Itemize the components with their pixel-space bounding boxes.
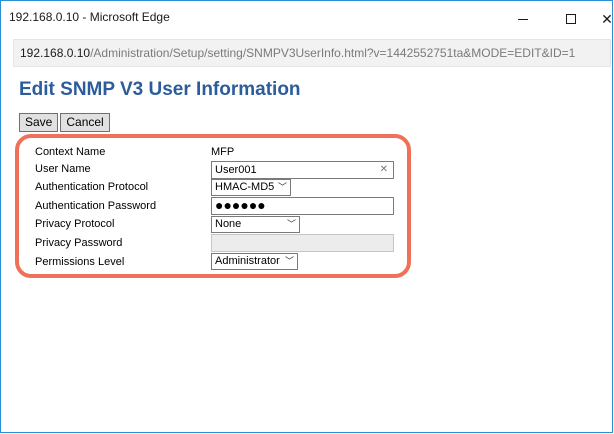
- minimize-icon: [518, 18, 528, 20]
- chevron-down-icon: ﹀: [277, 182, 287, 192]
- auth-protocol-select[interactable]: HMAC-MD5 ﹀: [211, 179, 291, 196]
- window-title: 192.168.0.10 - Microsoft Edge: [9, 10, 170, 24]
- address-bar[interactable]: 192.168.0.10/Administration/Setup/settin…: [13, 39, 611, 67]
- close-icon: ✕: [601, 10, 613, 27]
- privacy-protocol-select[interactable]: None ﹀: [211, 216, 300, 233]
- context-name-value: MFP: [211, 146, 235, 158]
- privacy-password-label: Privacy Password: [35, 237, 123, 249]
- cancel-button[interactable]: Cancel: [60, 113, 110, 132]
- action-buttons: Save Cancel: [19, 113, 110, 132]
- permissions-level-value: Administrator: [215, 255, 280, 267]
- browser-window: 192.168.0.10 - Microsoft Edge ✕ 192.168.…: [0, 0, 613, 433]
- user-name-label: User Name: [35, 163, 91, 175]
- maximize-button[interactable]: [557, 7, 585, 31]
- user-name-input[interactable]: User001 ✕: [211, 161, 394, 179]
- context-name-label: Context Name: [35, 146, 106, 158]
- minimize-button[interactable]: [509, 7, 537, 31]
- auth-protocol-value: HMAC-MD5: [215, 181, 275, 193]
- auth-protocol-label: Authentication Protocol: [35, 181, 149, 193]
- auth-password-label: Authentication Password: [35, 200, 157, 212]
- url-path: /Administration/Setup/setting/SNMPV3User…: [90, 46, 576, 60]
- privacy-protocol-value: None: [215, 218, 242, 230]
- chevron-down-icon: ﹀: [286, 219, 296, 229]
- clear-icon[interactable]: ✕: [380, 162, 388, 178]
- permissions-level-label: Permissions Level: [35, 256, 125, 268]
- auth-password-value: ●●●●●●: [215, 197, 266, 213]
- url-host: 192.168.0.10: [20, 46, 91, 60]
- maximize-icon: [566, 14, 576, 24]
- privacy-protocol-label: Privacy Protocol: [35, 218, 115, 230]
- auth-password-input[interactable]: ●●●●●●: [211, 197, 394, 215]
- privacy-password-input: [211, 234, 394, 252]
- close-button[interactable]: ✕: [593, 7, 614, 31]
- page-title: Edit SNMP V3 User Information: [19, 79, 301, 100]
- save-button[interactable]: Save: [19, 113, 59, 132]
- user-name-value: User001: [215, 164, 257, 176]
- permissions-level-select[interactable]: Administrator ﹀: [211, 253, 298, 270]
- title-bar: 192.168.0.10 - Microsoft Edge ✕: [1, 1, 614, 37]
- chevron-down-icon: ﹀: [284, 256, 294, 266]
